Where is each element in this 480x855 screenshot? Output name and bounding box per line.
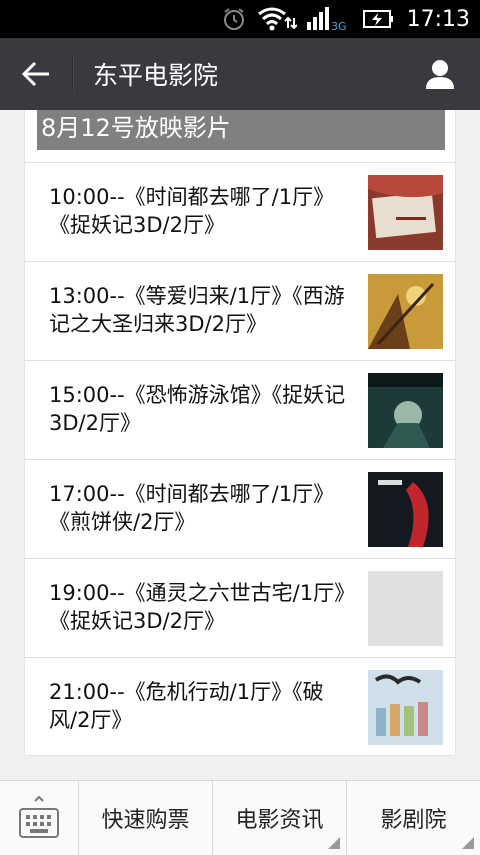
signal-icon: 3G [306, 7, 347, 32]
network-type: 3G [331, 20, 347, 32]
movie-poster [368, 373, 443, 448]
show-text: 15:00--《恐怖游泳馆》《捉妖记3D/2厅》 [49, 383, 346, 435]
title-divider [72, 57, 73, 91]
back-button[interactable] [0, 38, 72, 110]
status-icons: 3G [221, 6, 395, 32]
keyboard-icon [19, 795, 59, 838]
show-row[interactable]: 21:00--《危机行动/1厅》《破风/2厅》 [25, 657, 455, 756]
show-text: 17:00--《时间都去哪了/1厅》《煎饼侠/2厅》 [49, 482, 335, 534]
movie-poster [368, 274, 443, 349]
profile-button[interactable] [400, 38, 480, 110]
movie-poster [368, 472, 443, 547]
status-bar: 3G 17:13 [0, 0, 480, 38]
menu-label: 电影资讯 [235, 808, 324, 833]
title-bar: 东平电影院 [0, 38, 480, 110]
menu-theater[interactable]: 影剧院 [347, 781, 480, 855]
show-row[interactable]: 13:00--《等爱归来/1厅》《西游记之大圣归来3D/2厅》 [25, 261, 455, 360]
bottom-menu-bar: 快速购票 电影资讯 影剧院 [0, 780, 480, 855]
show-row[interactable]: 15:00--《恐怖游泳馆》《捉妖记3D/2厅》 [25, 360, 455, 459]
alarm-icon [223, 8, 244, 30]
show-row[interactable]: 10:00--《时间都去哪了/1厅》《捉妖记3D/2厅》 [25, 162, 455, 261]
submenu-indicator-icon [328, 837, 340, 849]
wifi-icon [257, 7, 297, 31]
menu-label: 快速购票 [101, 808, 190, 833]
submenu-indicator-icon [462, 837, 474, 849]
back-arrow-icon [21, 61, 49, 87]
status-time: 17:13 [406, 6, 470, 32]
show-text: 19:00--《通灵之六世古宅/1厅》《捉妖记3D/2厅》 [49, 581, 345, 633]
show-row[interactable]: 19:00--《通灵之六世古宅/1厅》《捉妖记3D/2厅》 [25, 558, 455, 657]
show-text: 10:00--《时间都去哪了/1厅》《捉妖记3D/2厅》 [49, 185, 335, 237]
movie-poster-placeholder [368, 571, 443, 646]
menu-label: 影剧院 [380, 808, 447, 833]
menu-movie-news[interactable]: 电影资讯 [213, 781, 347, 855]
keyboard-toggle-button[interactable] [0, 781, 79, 855]
movie-poster [368, 670, 443, 745]
battery-icon [362, 10, 393, 28]
content-area[interactable]: 8月12号放映影片 10:00--《时间都去哪了/1厅》《捉妖记3D/2厅》 1… [0, 110, 480, 780]
page-title: 东平电影院 [93, 61, 219, 90]
movie-poster [368, 175, 443, 250]
date-heading: 8月12号放映影片 [37, 110, 445, 150]
show-text: 21:00--《危机行动/1厅》《破风/2厅》 [49, 680, 324, 732]
show-row[interactable]: 17:00--《时间都去哪了/1厅》《煎饼侠/2厅》 [25, 459, 455, 558]
show-text: 13:00--《等爱归来/1厅》《西游记之大圣归来3D/2厅》 [49, 284, 345, 336]
menu-quick-ticket[interactable]: 快速购票 [79, 781, 213, 855]
schedule-card: 8月12号放映影片 10:00--《时间都去哪了/1厅》《捉妖记3D/2厅》 1… [24, 110, 456, 756]
show-list: 10:00--《时间都去哪了/1厅》《捉妖记3D/2厅》 13:00--《等爱归… [25, 162, 455, 756]
person-icon [426, 60, 454, 89]
